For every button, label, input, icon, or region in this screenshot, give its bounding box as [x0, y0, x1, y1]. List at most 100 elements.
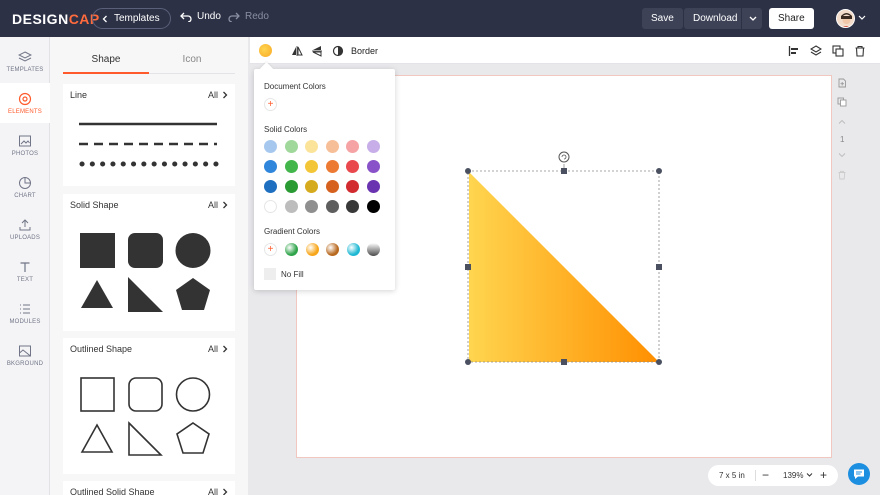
solid-color-swatch[interactable]: [284, 160, 298, 173]
no-fill-swatch[interactable]: [264, 268, 276, 280]
solid-color-swatch[interactable]: [305, 200, 318, 213]
solid-color-swatch[interactable]: [305, 140, 318, 153]
zoom-select[interactable]: 139%: [783, 471, 813, 480]
triangle-shape[interactable]: [469, 172, 659, 362]
add-gradient-color-button[interactable]: +: [264, 243, 277, 256]
solid-color-swatch[interactable]: [366, 140, 380, 153]
duplicate-icon[interactable]: [832, 45, 844, 57]
chevron-down-icon[interactable]: [857, 13, 867, 23]
resize-handle-top[interactable]: [561, 168, 567, 174]
resize-handle-bottom-left[interactable]: [465, 359, 471, 365]
tab-shape[interactable]: Shape: [63, 54, 149, 65]
solid-color-swatch[interactable]: [325, 200, 339, 213]
see-all-link[interactable]: All: [208, 200, 228, 210]
solid-triangle[interactable]: [81, 280, 113, 308]
solid-color-swatch[interactable]: [346, 140, 359, 153]
outlined-pentagon[interactable]: [176, 422, 210, 454]
redo-button[interactable]: Redo: [228, 11, 269, 22]
solid-color-swatch[interactable]: [284, 180, 298, 193]
add-page-icon[interactable]: [837, 78, 847, 88]
solid-color-swatch[interactable]: [264, 160, 277, 173]
download-button[interactable]: Download: [684, 8, 762, 29]
rail-item-modules[interactable]: MODULES: [0, 293, 50, 333]
flip-vertical-icon[interactable]: [311, 45, 323, 57]
solid-color-swatch[interactable]: [284, 140, 298, 153]
solid-color-swatch[interactable]: [325, 160, 339, 173]
trash-icon[interactable]: [854, 45, 866, 57]
resize-handle-bottom[interactable]: [561, 359, 567, 365]
rail-label: UPLOADS: [9, 234, 41, 241]
solid-color-swatch[interactable]: [264, 140, 277, 153]
outlined-triangle[interactable]: [80, 423, 114, 453]
solid-color-swatch[interactable]: [325, 180, 339, 193]
add-document-color-button[interactable]: +: [264, 98, 277, 111]
rail-item-chart[interactable]: CHART: [0, 167, 50, 207]
solid-color-swatch[interactable]: [346, 180, 359, 193]
solid-right-triangle[interactable]: [128, 277, 163, 312]
outlined-rounded-square[interactable]: [128, 377, 163, 412]
align-icon[interactable]: [788, 45, 800, 57]
solid-circle[interactable]: [175, 233, 211, 268]
rail-item-photos[interactable]: PHOTOS: [0, 125, 50, 165]
see-all-link[interactable]: All: [208, 487, 228, 495]
templates-button[interactable]: Templates: [92, 8, 171, 29]
solid-color-swatch[interactable]: [366, 180, 380, 193]
solid-color-swatch[interactable]: [366, 200, 380, 213]
resize-handle-bottom-right[interactable]: [656, 359, 662, 365]
avatar[interactable]: [836, 9, 855, 28]
opacity-icon[interactable]: [332, 45, 344, 57]
selected-shape-layer: [465, 151, 662, 365]
solid-rounded-square[interactable]: [128, 233, 163, 268]
see-all-link[interactable]: All: [208, 344, 228, 354]
resize-handle-top-left[interactable]: [465, 168, 471, 174]
resize-handle-right[interactable]: [656, 264, 662, 270]
gradient-color-swatch[interactable]: [346, 243, 360, 256]
copy-page-icon[interactable]: [837, 97, 847, 107]
delete-page-icon[interactable]: [837, 170, 847, 180]
chevron-down-icon[interactable]: [748, 12, 758, 24]
gradient-color-swatch[interactable]: [367, 243, 380, 256]
rail-item-text[interactable]: TEXT: [0, 251, 50, 291]
solid-color-swatch[interactable]: [305, 180, 318, 193]
solid-square[interactable]: [80, 233, 115, 268]
solid-color-swatch[interactable]: [305, 160, 318, 173]
solid-color-swatch[interactable]: [346, 160, 359, 173]
outlined-circle[interactable]: [175, 377, 211, 412]
border-button[interactable]: Border: [351, 46, 378, 56]
logo[interactable]: DESIGNCAP: [12, 11, 100, 27]
gradient-color-swatch[interactable]: [285, 243, 298, 256]
no-fill-label[interactable]: No Fill: [281, 270, 304, 279]
solid-pentagon[interactable]: [176, 278, 210, 310]
fill-color-button[interactable]: [259, 44, 272, 57]
layers-icon[interactable]: [810, 45, 822, 57]
chevron-down-icon[interactable]: [837, 150, 847, 160]
chat-button[interactable]: [848, 463, 870, 485]
see-all-link[interactable]: All: [208, 90, 228, 100]
zoom-in-button[interactable]: +: [820, 468, 827, 482]
solid-color-swatch[interactable]: [325, 140, 339, 153]
share-button[interactable]: Share: [769, 8, 814, 29]
solid-color-swatch[interactable]: [264, 180, 277, 193]
chevron-up-icon[interactable]: [837, 117, 847, 127]
tab-icon[interactable]: Icon: [149, 54, 235, 65]
zoom-out-button[interactable]: −: [762, 468, 769, 482]
solid-color-swatch[interactable]: [284, 200, 298, 213]
rail-item-background[interactable]: BKGROUND: [0, 335, 50, 375]
rotate-handle-icon[interactable]: [558, 151, 570, 163]
solid-color-swatch[interactable]: [366, 160, 380, 173]
rail-item-elements[interactable]: ELEMENTS: [0, 83, 50, 123]
save-button[interactable]: Save: [642, 8, 683, 29]
rail-item-templates[interactable]: TEMPLATES: [0, 41, 50, 81]
undo-button[interactable]: Undo: [180, 11, 221, 22]
resize-handle-left[interactable]: [465, 264, 471, 270]
outlined-right-triangle[interactable]: [128, 421, 163, 456]
solid-color-swatch[interactable]: [264, 200, 277, 213]
rail-item-uploads[interactable]: UPLOADS: [0, 209, 50, 249]
resize-handle-top-right[interactable]: [656, 168, 662, 174]
flip-horizontal-icon[interactable]: [291, 45, 303, 57]
outlined-square[interactable]: [80, 377, 115, 412]
gradient-color-swatch[interactable]: [326, 243, 339, 256]
gradient-color-swatch[interactable]: [305, 243, 319, 256]
solid-color-swatch[interactable]: [346, 200, 359, 213]
page-size-label[interactable]: 7 x 5 in: [719, 471, 745, 480]
